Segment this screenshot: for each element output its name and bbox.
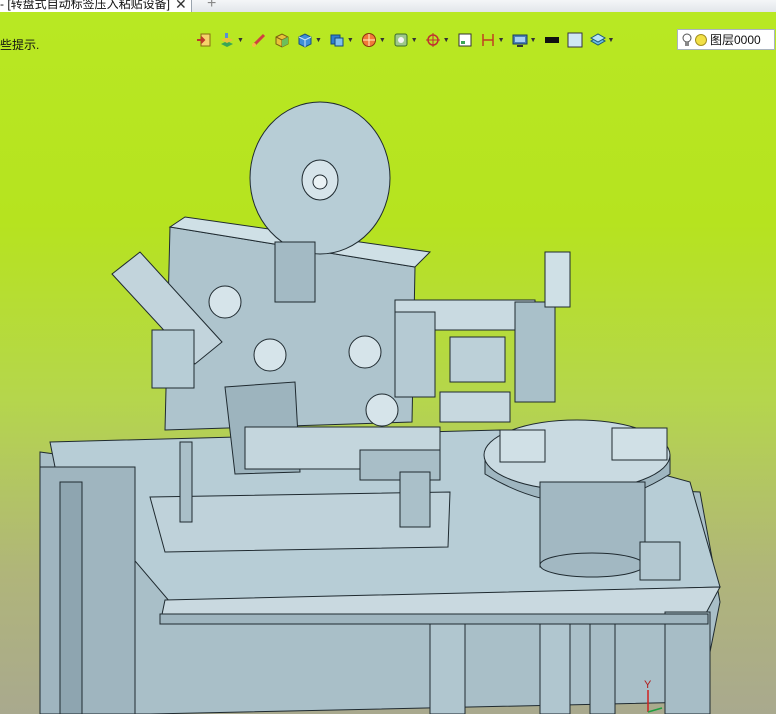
cube-icon [298,33,312,48]
x-axis-line [647,707,663,713]
display-mode-button[interactable]: ▼ [512,32,537,48]
view-cube-icon [330,34,344,47]
view-orient-icon [394,33,408,47]
chevron-down-icon: ▼ [442,36,450,44]
measure-icon [251,33,265,47]
view-orient-button[interactable]: ▼ [393,32,418,48]
document-tab-title: - [转盘式自动标签压入粘贴设备] [0,0,170,11]
axis-triad: Y [644,679,663,713]
chevron-down-icon: ▼ [607,36,615,44]
dimension-button[interactable]: ▼ [480,32,505,48]
view-toolbar: ▼ ▼ ▼ ▼ ▼ ▼ ▼ ▼ ▼ [196,29,621,51]
layer-tools-icon [221,33,233,47]
snap-button[interactable]: ▼ [425,32,450,48]
exit-sketch-button[interactable] [196,32,212,48]
fill-color-button[interactable] [567,32,583,48]
command-prompt: 些提示. [0,38,40,52]
chevron-down-icon: ▼ [529,36,537,44]
render-sphere-icon [361,33,376,47]
measure-button[interactable] [251,32,267,48]
chevron-down-icon: ▼ [378,36,386,44]
layer-selector[interactable]: 图层0000 [677,29,775,50]
line-color-button[interactable] [544,32,560,48]
chevron-down-icon: ▼ [237,36,244,44]
box-solid-icon [275,33,289,48]
snap-target-icon [425,33,440,47]
layer-stack-button[interactable]: ▼ [589,32,615,48]
layer-visibility-icon[interactable] [695,33,707,46]
display-mode-icon [512,34,528,47]
chevron-down-icon: ▼ [314,36,322,44]
fill-swatch-icon [567,32,582,48]
color-swatch-icon [544,37,559,43]
view-cube-button[interactable]: ▼ [329,32,354,48]
close-icon[interactable]: ✕ [175,0,187,12]
layer-tools-button[interactable]: ▼ [219,32,244,48]
layer-stack-icon [589,33,606,46]
machine-model-drawing [39,101,721,714]
y-axis-label: Y [644,679,652,691]
exit-sketch-icon [197,33,211,47]
3d-viewport[interactable]: 些提示. ▼ ▼ ▼ ▼ ▼ ▼ ▼ ▼ ▼ 图层0000 Y [0,12,776,714]
frame-icon [458,33,472,47]
chevron-down-icon: ▼ [497,36,505,44]
cube-button[interactable]: ▼ [297,32,322,48]
chevron-down-icon: ▼ [410,36,418,44]
layer-name: 图层0000 [710,33,761,47]
chevron-down-icon: ▼ [346,36,354,44]
dimension-icon [481,34,494,46]
render-button[interactable]: ▼ [361,32,386,48]
box-solid-button[interactable] [274,32,290,48]
lightbulb-icon[interactable] [682,33,692,47]
frame-button[interactable] [457,32,473,48]
